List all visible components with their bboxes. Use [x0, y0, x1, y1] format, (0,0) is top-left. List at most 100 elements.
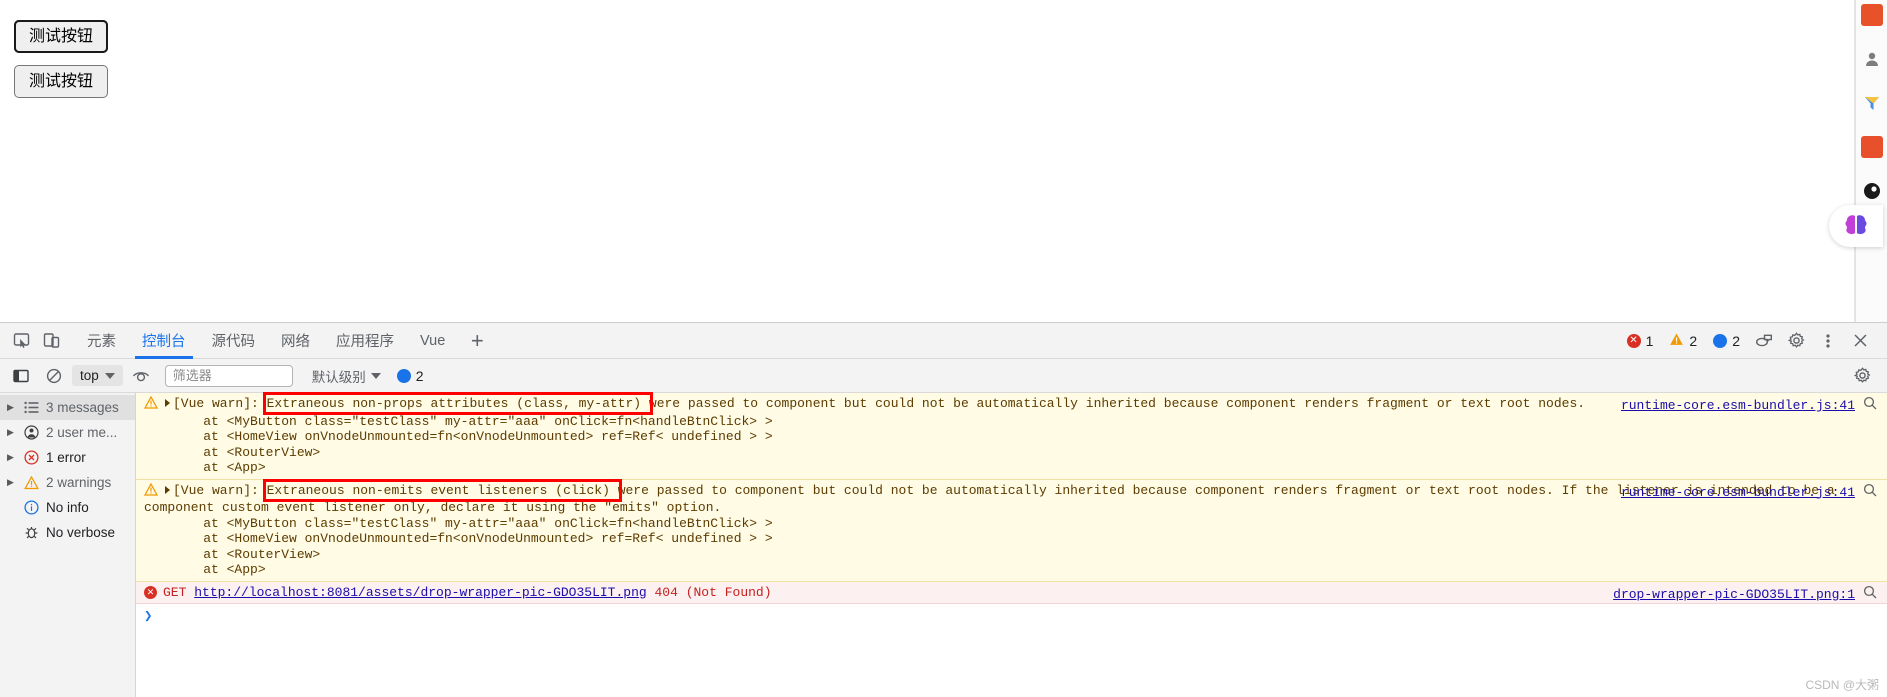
bug-icon [22, 525, 41, 540]
ai-assistant-chip[interactable] [1829, 205, 1883, 247]
error-message: GET http://localhost:8081/assets/drop-wr… [163, 585, 772, 601]
stack-line-1-1: at <HomeView onVnodeUnmounted=fn<onVnode… [172, 429, 773, 444]
console-message-list: [Vue warn]: Extraneous non-props attribu… [136, 393, 1887, 697]
live-expression-icon[interactable] [126, 362, 156, 390]
sidebar-label-user-messages: 2 user me... [46, 425, 118, 440]
chevron-down-icon [370, 372, 381, 379]
stack-line-2-2: at <RouterView> [172, 546, 321, 562]
message-count-value: 2 [1732, 332, 1740, 349]
expand-arrow-icon[interactable]: ▶ [4, 402, 17, 413]
sidebar-label-errors: 1 error [46, 450, 86, 465]
warning-highlight-2: Extraneous non-emits event listeners (cl… [266, 482, 618, 498]
warning-prefix-2: [Vue warn]: [173, 482, 267, 498]
tab-vue[interactable]: Vue [407, 323, 458, 359]
browser-extension-rail: i [1855, 0, 1887, 322]
console-error-entry[interactable]: ✕ GET http://localhost:8081/assets/drop-… [136, 581, 1887, 604]
devtools-status-area: ✕ 1 2 2 [1620, 327, 1881, 355]
log-level-select[interactable]: 默认级别 [306, 363, 387, 389]
console-warning-entry-2[interactable]: [Vue warn]: Extraneous non-emits event l… [136, 479, 1887, 582]
watermark: CSDN @大粥 [1805, 678, 1879, 692]
expand-arrow-icon[interactable]: ▶ [4, 427, 17, 438]
sidebar-label-verbose: No verbose [46, 525, 116, 540]
issues-count-value: 2 [415, 367, 424, 384]
stack-line-2-3: at <App> [172, 562, 266, 577]
warning-message-2: [Vue warn]: Extraneous non-emits event l… [143, 482, 1877, 516]
stack-line-2-1: at <HomeView onVnodeUnmounted=fn<onVnode… [172, 531, 773, 546]
source-link-area-1: runtime-core.esm-bundler.js:41 [1621, 396, 1877, 415]
execution-context-value: top [80, 368, 99, 383]
test-button-2[interactable]: 测试按钮 [14, 65, 109, 99]
error-source-link[interactable]: drop-wrapper-pic-GDO35LIT.png:1 [1613, 587, 1855, 602]
stack-line-1-2: at <RouterView> [172, 444, 321, 460]
search-icon[interactable] [1863, 396, 1877, 415]
tab-application[interactable]: 应用程序 [323, 323, 407, 359]
error-count-value: 1 [1645, 332, 1654, 349]
stack-line-1-0: at <MyButton class="testClass" my-attr="… [172, 413, 773, 429]
warning-triangle-icon [143, 395, 159, 414]
page-viewport: 测试按钮 测试按钮 [0, 0, 1855, 322]
console-warning-entry-1[interactable]: [Vue warn]: Extraneous non-props attribu… [136, 393, 1887, 480]
source-link-2[interactable]: runtime-core.esm-bundler.js:41 [1621, 485, 1855, 500]
error-source-area: drop-wrapper-pic-GDO35LIT.png:1 [1613, 585, 1877, 604]
tab-console[interactable]: 控制台 [129, 323, 199, 359]
error-url[interactable]: http://localhost:8081/assets/drop-wrappe… [194, 585, 646, 600]
expand-arrow-icon[interactable] [165, 399, 170, 407]
execution-context-select[interactable]: top [72, 365, 123, 386]
sidebar-item-warnings[interactable]: ▶ 2 warnings [0, 470, 135, 495]
sidebar-item-errors[interactable]: ▶ 1 error [0, 445, 135, 470]
expand-arrow-icon[interactable]: ▶ [4, 452, 17, 463]
console-inspect-icon[interactable] [1749, 327, 1779, 355]
stack-line-2-0: at <MyButton class="testClass" my-attr="… [172, 515, 773, 531]
inspect-element-icon[interactable] [6, 327, 36, 355]
test-button-1[interactable]: 测试按钮 [14, 20, 109, 54]
list-icon [22, 401, 41, 414]
kebab-menu-icon[interactable] [1813, 327, 1843, 355]
sidebar-label-messages: 3 messages [46, 400, 119, 415]
show-console-sidebar-icon[interactable] [6, 362, 36, 390]
sidebar-label-warnings: 2 warnings [46, 475, 112, 490]
close-icon[interactable] [1845, 327, 1875, 355]
message-count-badge[interactable]: 2 [1706, 328, 1747, 354]
console-settings-icon[interactable] [1851, 362, 1881, 390]
stack-line-1-3: at <App> [172, 460, 266, 475]
clear-console-icon[interactable] [39, 362, 69, 390]
sidebar-item-info[interactable]: ▶ No info [0, 495, 135, 520]
issues-count-badge[interactable]: 2 [390, 363, 431, 389]
search-icon[interactable] [1863, 585, 1877, 604]
sidebar-item-user-messages[interactable]: ▶ 2 user me... [0, 420, 135, 445]
error-method: GET [163, 584, 195, 600]
user-icon [22, 425, 41, 440]
shield-red-icon[interactable] [1860, 136, 1883, 158]
tab-elements[interactable]: 元素 [74, 323, 129, 359]
record-black-icon[interactable] [1861, 180, 1883, 202]
extension-orange-icon[interactable] [1860, 4, 1883, 26]
expand-arrow-icon[interactable] [165, 485, 170, 494]
funnel-blue-icon[interactable] [1861, 92, 1883, 114]
sidebar-item-messages[interactable]: ▶ 3 messages [0, 395, 135, 420]
warning-count-badge[interactable]: 2 [1662, 328, 1704, 354]
sidebar-item-verbose[interactable]: ▶ No verbose [0, 520, 135, 545]
browser-window: 测试按钮 测试按钮 i [0, 0, 1887, 697]
search-icon[interactable] [1863, 483, 1877, 502]
prompt-chevron-icon: ❯ [144, 609, 153, 625]
device-toolbar-icon[interactable] [36, 327, 66, 355]
warning-triangle-icon [143, 482, 159, 501]
expand-arrow-icon[interactable]: ▶ [4, 477, 17, 488]
console-filter-toolbar: top 默认级别 2 [0, 359, 1887, 393]
person-gray-icon[interactable] [1861, 48, 1883, 70]
add-tab-button[interactable]: + [462, 326, 492, 356]
search-input[interactable] [164, 364, 293, 387]
error-count-badge[interactable]: ✕ 1 [1620, 328, 1661, 354]
page-content: 测试按钮 测试按钮 [0, 0, 1854, 99]
devtools-tabs: 元素 控制台 源代码 网络 应用程序 Vue + [74, 323, 492, 359]
console-prompt[interactable]: ❯ [136, 604, 1887, 629]
error-circle-icon: ✕ [1626, 333, 1641, 348]
tab-sources[interactable]: 源代码 [199, 323, 269, 359]
source-link-1[interactable]: runtime-core.esm-bundler.js:41 [1621, 398, 1855, 413]
tab-network[interactable]: 网络 [268, 323, 323, 359]
info-circle-icon [22, 500, 41, 515]
warning-message-1: [Vue warn]: Extraneous non-props attribu… [143, 395, 1877, 414]
warning-count-value: 2 [1689, 332, 1698, 349]
error-status: 404 (Not Found) [646, 584, 772, 600]
gear-icon[interactable] [1781, 327, 1811, 355]
